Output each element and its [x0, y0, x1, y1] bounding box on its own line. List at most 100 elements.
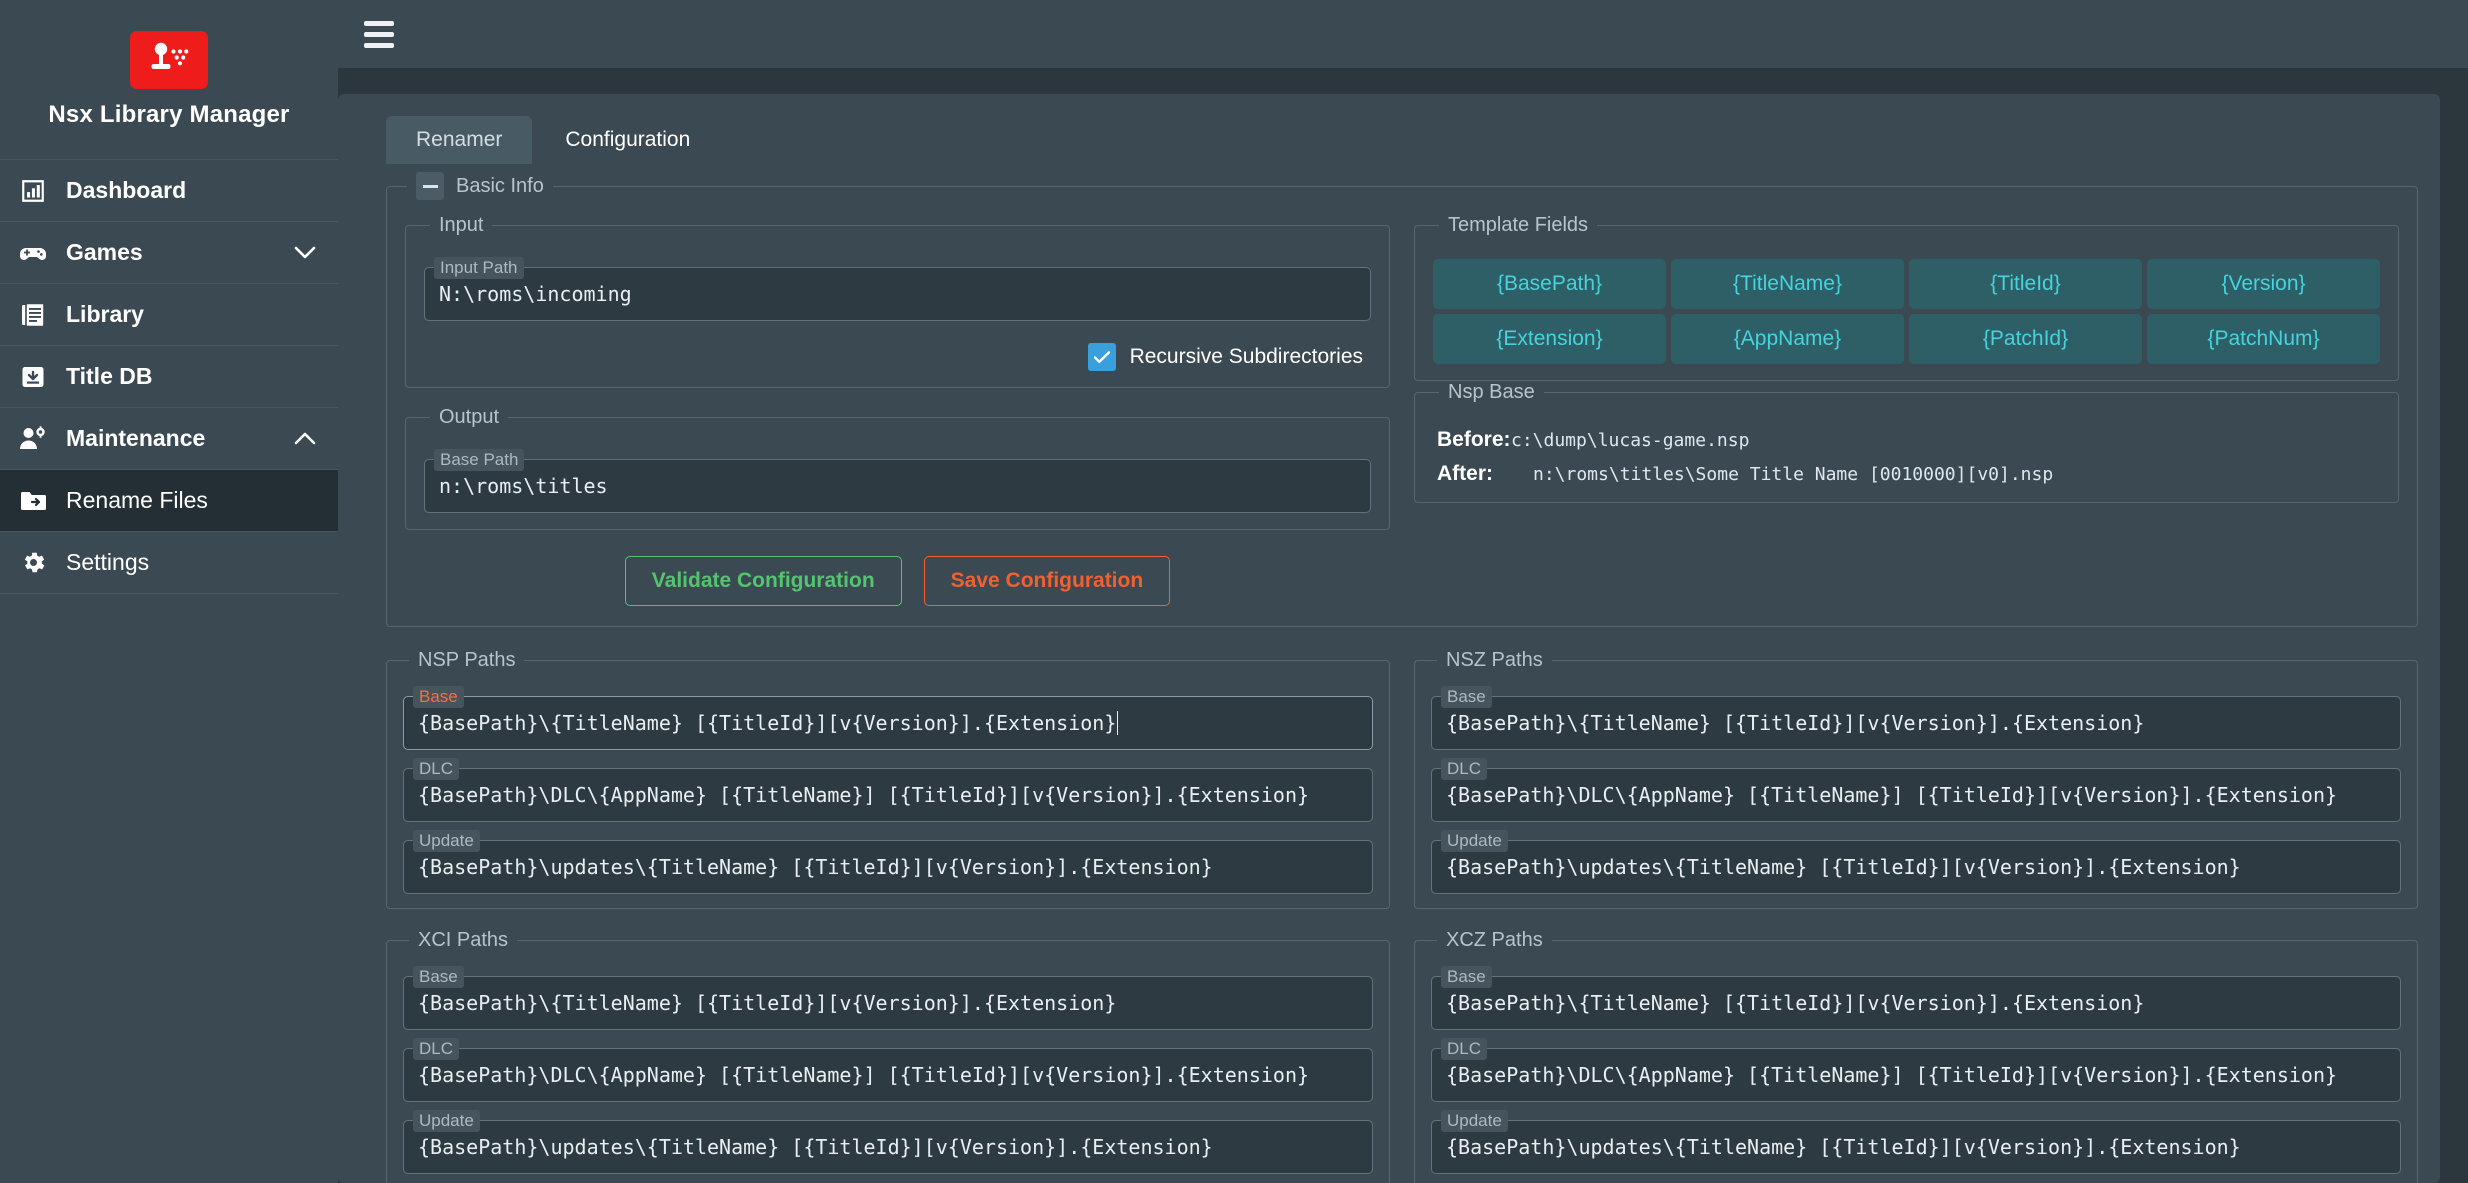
base-path-field[interactable]: Base Path n:\roms\titles	[424, 449, 1371, 513]
configuration-panel: Renamer Configuration Basic Info Input I…	[338, 94, 2440, 1183]
minus-icon[interactable]	[416, 172, 444, 200]
folder-arrow-icon	[18, 486, 48, 516]
xcz-dlc-value: {BasePath}\DLC\{AppName} [{TitleName}] […	[1446, 1063, 2338, 1087]
sidebar: Nsx Library Manager Dashboard Games Libr…	[0, 0, 338, 1183]
xcz-base-value: {BasePath}\{TitleName} [{TitleId}][v{Ver…	[1446, 991, 2145, 1015]
nsp-base-preview-group: Nsp Base Before: c:\dump\lucas-game.nsp …	[1414, 381, 2399, 503]
action-buttons: Validate Configuration Save Configuratio…	[405, 556, 1390, 610]
preview-after-value: n:\roms\titles\Some Title Name [0010000]…	[1533, 464, 2054, 485]
main-area: Renamer Configuration Basic Info Input I…	[338, 0, 2468, 1183]
nsz-base-field[interactable]: Base {BasePath}\{TitleName} [{TitleId}][…	[1431, 686, 2401, 750]
template-fields-group: Template Fields {BasePath} {TitleName} {…	[1414, 214, 2399, 381]
base-path-value: n:\roms\titles	[439, 474, 608, 498]
xci-dlc-field[interactable]: DLC {BasePath}\DLC\{AppName} [{TitleName…	[403, 1038, 1373, 1102]
xci-base-field[interactable]: Base {BasePath}\{TitleName} [{TitleId}][…	[403, 966, 1373, 1030]
recursive-row: Recursive Subdirectories	[424, 343, 1371, 371]
nsz-base-label: Base	[1441, 686, 1492, 708]
chevron-down-icon[interactable]	[294, 242, 316, 264]
save-configuration-button[interactable]: Save Configuration	[923, 556, 1171, 606]
nsz-update-label: Update	[1441, 830, 1508, 852]
nsp-dlc-field[interactable]: DLC {BasePath}\DLC\{AppName} [{TitleName…	[403, 758, 1373, 822]
nsp-paths-legend: NSP Paths	[418, 649, 516, 671]
user-gear-icon	[18, 424, 48, 454]
nsp-update-value: {BasePath}\updates\{TitleName} [{TitleId…	[418, 855, 1213, 879]
sidebar-item-title-db[interactable]: Title DB	[0, 346, 338, 408]
xcz-dlc-label: DLC	[1441, 1038, 1488, 1060]
hamburger-menu-icon[interactable]	[364, 20, 394, 48]
xci-paths-legend: XCI Paths	[418, 929, 509, 951]
tab-renamer[interactable]: Renamer	[386, 116, 533, 164]
xci-dlc-label: DLC	[413, 1038, 460, 1060]
xci-base-label: Base	[413, 966, 464, 988]
output-group: Output Base Path n:\roms\titles	[405, 406, 1390, 530]
sidebar-item-library[interactable]: Library	[0, 284, 338, 346]
input-legend: Input	[439, 214, 484, 236]
template-chip[interactable]: {TitleName}	[1671, 259, 1904, 309]
nsp-base-value: {BasePath}\{TitleName} [{TitleId}][v{Ver…	[418, 711, 1117, 735]
tab-configuration[interactable]: Configuration	[535, 116, 721, 164]
nsp-base-label: Base	[413, 686, 464, 708]
sidebar-item-label: Games	[66, 239, 143, 265]
sidebar-item-label: Library	[66, 301, 144, 327]
chevron-up-icon[interactable]	[294, 428, 316, 450]
download-box-icon	[18, 362, 48, 392]
sidebar-item-label: Maintenance	[66, 425, 206, 451]
nsp-base-field[interactable]: Base {BasePath}\{TitleName} [{TitleId}][…	[403, 686, 1373, 750]
books-icon	[18, 300, 48, 330]
nsz-dlc-field[interactable]: DLC {BasePath}\DLC\{AppName} [{TitleName…	[1431, 758, 2401, 822]
xci-update-label: Update	[413, 1110, 480, 1132]
recursive-subdirectories-checkbox[interactable]	[1087, 343, 1116, 371]
template-chip[interactable]: {BasePath}	[1433, 259, 1666, 309]
nsp-update-label: Update	[413, 830, 480, 852]
nsp-update-field[interactable]: Update {BasePath}\updates\{TitleName} [{…	[403, 830, 1373, 894]
nsz-paths-legend: NSZ Paths	[1446, 649, 1543, 671]
xci-update-value: {BasePath}\updates\{TitleName} [{TitleId…	[418, 1135, 1213, 1159]
paths-row-1: NSP Paths Base {BasePath}\{TitleName} [{…	[386, 649, 2418, 909]
input-path-field[interactable]: Input Path N:\roms\incoming	[424, 257, 1371, 321]
nsz-dlc-value: {BasePath}\DLC\{AppName} [{TitleName}] […	[1446, 783, 2338, 807]
input-group: Input Input Path N:\roms\incoming Recurs…	[405, 214, 1390, 388]
basic-info-right: Template Fields {BasePath} {TitleName} {…	[1414, 214, 2399, 610]
template-chip[interactable]: {Version}	[2147, 259, 2380, 309]
tab-bar: Renamer Configuration	[338, 94, 2440, 164]
preview-before-label: Before:	[1437, 428, 1511, 451]
template-chip[interactable]: {AppName}	[1671, 314, 1904, 364]
recursive-subdirectories-label: Recursive Subdirectories	[1129, 345, 1363, 368]
xci-update-field[interactable]: Update {BasePath}\updates\{TitleName} [{…	[403, 1110, 1373, 1174]
nsp-dlc-label: DLC	[413, 758, 460, 780]
template-chip[interactable]: {Extension}	[1433, 314, 1666, 364]
sidebar-item-maintenance[interactable]: Maintenance	[0, 408, 338, 470]
content-area: Renamer Configuration Basic Info Input I…	[338, 68, 2468, 1183]
validate-configuration-button[interactable]: Validate Configuration	[624, 556, 902, 606]
xcz-dlc-field[interactable]: DLC {BasePath}\DLC\{AppName} [{TitleName…	[1431, 1038, 2401, 1102]
nsz-paths-group: NSZ Paths Base {BasePath}\{TitleName} [{…	[1414, 649, 2418, 909]
nsz-base-value: {BasePath}\{TitleName} [{TitleId}][v{Ver…	[1446, 711, 2145, 735]
nsz-update-field[interactable]: Update {BasePath}\updates\{TitleName} [{…	[1431, 830, 2401, 894]
xci-base-value: {BasePath}\{TitleName} [{TitleId}][v{Ver…	[418, 991, 1117, 1015]
template-chip[interactable]: {PatchNum}	[2147, 314, 2380, 364]
nsz-update-value: {BasePath}\updates\{TitleName} [{TitleId…	[1446, 855, 2241, 879]
nsp-dlc-value: {BasePath}\DLC\{AppName} [{TitleName}] […	[418, 783, 1310, 807]
input-path-label: Input Path	[434, 257, 524, 279]
sidebar-item-label: Rename Files	[66, 487, 208, 513]
preview-before-row: Before: c:\dump\lucas-game.nsp	[1437, 428, 2380, 452]
base-path-label: Base Path	[434, 449, 525, 471]
sidebar-item-dashboard[interactable]: Dashboard	[0, 160, 338, 222]
basic-info-group: Basic Info Input Input Path N:\roms\inco…	[386, 172, 2418, 627]
input-path-value: N:\roms\incoming	[439, 282, 632, 306]
template-chip[interactable]: {PatchId}	[1909, 314, 2142, 364]
sidebar-item-rename-files[interactable]: Rename Files	[0, 470, 338, 532]
nsp-base-legend: Nsp Base	[1448, 381, 1535, 403]
output-legend: Output	[439, 406, 500, 428]
paths-row-2: XCI Paths Base {BasePath}\{TitleName} [{…	[386, 929, 2418, 1183]
xci-paths-group: XCI Paths Base {BasePath}\{TitleName} [{…	[386, 929, 1390, 1183]
sidebar-item-games[interactable]: Games	[0, 222, 338, 284]
basic-info-left: Input Input Path N:\roms\incoming Recurs…	[405, 214, 1390, 610]
xcz-base-field[interactable]: Base {BasePath}\{TitleName} [{TitleId}][…	[1431, 966, 2401, 1030]
xci-dlc-value: {BasePath}\DLC\{AppName} [{TitleName}] […	[418, 1063, 1310, 1087]
xcz-update-field[interactable]: Update {BasePath}\updates\{TitleName} [{…	[1431, 1110, 2401, 1174]
template-chip[interactable]: {TitleId}	[1909, 259, 2142, 309]
sidebar-item-settings[interactable]: Settings	[0, 532, 338, 594]
sidebar-item-label: Settings	[66, 549, 150, 575]
nsp-paths-group: NSP Paths Base {BasePath}\{TitleName} [{…	[386, 649, 1390, 909]
